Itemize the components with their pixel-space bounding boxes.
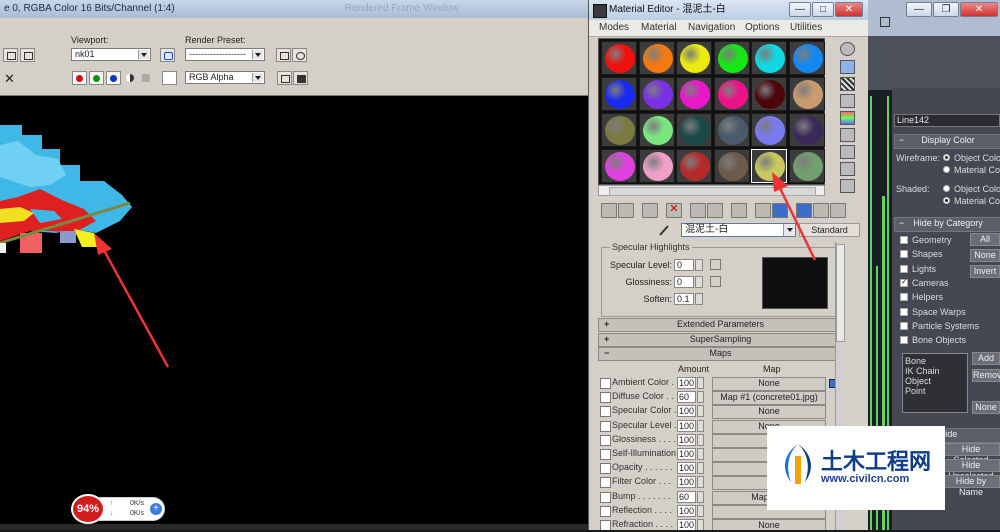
upload-arrow-icon: ↑ bbox=[110, 500, 114, 507]
download-arrow-icon: ↓ bbox=[110, 510, 114, 517]
watermark-title: 土木工程网 bbox=[821, 450, 932, 475]
annotation-arrow-head bbox=[772, 172, 788, 192]
watermark-logo: 土木工程网 www.civilcn.com bbox=[767, 426, 945, 510]
download-speed: 0K/s bbox=[130, 510, 145, 517]
annotation-arrow-shaft bbox=[776, 183, 817, 261]
network-speed-widget[interactable]: ↑ 0K/s ↓ 0K/s + 94% bbox=[71, 494, 166, 524]
network-speed-box: ↑ 0K/s ↓ 0K/s + bbox=[99, 497, 165, 521]
watermark-url: www.civilcn.com bbox=[821, 473, 910, 485]
boost-icon[interactable]: + bbox=[150, 503, 162, 515]
memory-usage-circle: 94% bbox=[71, 494, 105, 524]
upload-speed: 0K/s bbox=[130, 500, 145, 507]
civilcn-logo-icon bbox=[785, 444, 811, 484]
